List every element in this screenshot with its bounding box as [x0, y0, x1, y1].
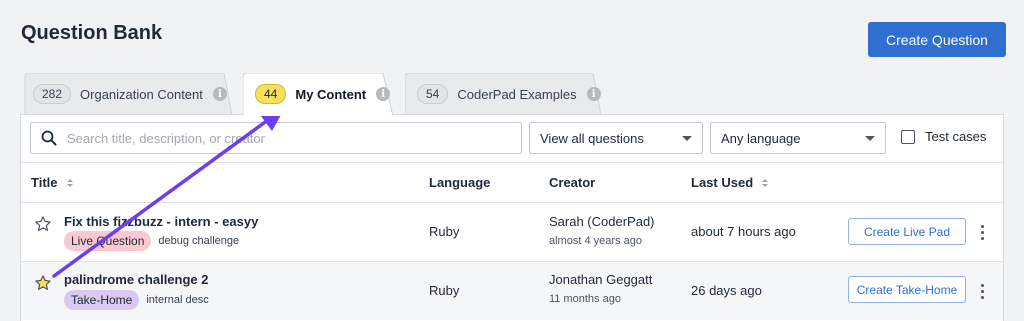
- column-header-title[interactable]: Title: [31, 175, 73, 190]
- create-take-home-button[interactable]: Create Take-Home: [848, 276, 966, 303]
- tab-organization-content[interactable]: 282 Organization Content i: [21, 73, 232, 115]
- tab-my-content[interactable]: 44 My Content i: [243, 73, 393, 116]
- create-live-pad-button[interactable]: Create Live Pad: [848, 218, 966, 245]
- question-title[interactable]: palindrome challenge 2: [64, 272, 209, 287]
- view-select-value: View all questions: [540, 130, 644, 146]
- view-select[interactable]: View all questions: [529, 122, 703, 154]
- tab-count-badge: 54: [417, 84, 449, 104]
- column-header-language: Language: [429, 175, 491, 190]
- info-icon[interactable]: i: [212, 87, 227, 101]
- search-input[interactable]: [67, 130, 497, 146]
- tab-coderpad-examples[interactable]: 54 CoderPad Examples i: [405, 73, 601, 115]
- star-filled-icon[interactable]: [34, 274, 52, 297]
- language-select[interactable]: Any language: [710, 122, 886, 154]
- creator-name: Sarah (CoderPad): [549, 214, 655, 229]
- question-type-badge: Take-Home: [64, 290, 140, 310]
- test-cases-checkbox[interactable]: [901, 129, 915, 144]
- column-header-label: Last Used: [691, 175, 754, 190]
- question-tags: Take-Home internal desc: [64, 290, 209, 310]
- question-description: debug challenge: [158, 235, 240, 247]
- tab-label: Organization Content: [80, 86, 203, 102]
- tab-label: CoderPad Examples: [457, 86, 577, 102]
- question-tags: Live Question debug challenge: [64, 231, 239, 251]
- question-title[interactable]: Fix this fizzbuzz - intern - easyy: [64, 214, 258, 229]
- question-description: internal desc: [146, 294, 209, 306]
- test-cases-filter[interactable]: Test cases: [901, 129, 986, 144]
- column-header-label: Title: [31, 175, 58, 190]
- search-icon: [41, 130, 57, 146]
- info-icon[interactable]: i: [586, 87, 601, 101]
- sort-icon[interactable]: [66, 178, 73, 187]
- created-time: 11 months ago: [549, 293, 621, 305]
- column-header-creator: Creator: [549, 175, 596, 190]
- divider: [21, 162, 1003, 163]
- test-cases-label: Test cases: [925, 129, 987, 144]
- last-used-cell: 26 days ago: [691, 283, 762, 298]
- column-header-last-used[interactable]: Last Used: [691, 175, 769, 190]
- sort-icon[interactable]: [762, 178, 769, 187]
- tab-count-badge: 44: [255, 84, 287, 104]
- page-title: Question Bank: [21, 22, 163, 44]
- creator-name: Jonathan Geggatt: [549, 272, 653, 287]
- language-cell: Ruby: [429, 224, 460, 239]
- question-type-badge: Live Question: [64, 231, 152, 251]
- more-options-icon[interactable]: [979, 225, 985, 240]
- create-question-button[interactable]: Create Question: [868, 22, 1006, 57]
- chevron-down-icon: [682, 135, 692, 141]
- tab-count-badge: 282: [33, 84, 72, 104]
- table-row[interactable]: Fix this fizzbuzz - intern - easyy Live …: [21, 203, 1003, 261]
- tab-label: My Content: [295, 86, 367, 102]
- table-row[interactable]: palindrome challenge 2 Take-Home interna…: [21, 262, 1003, 320]
- language-cell: Ruby: [429, 283, 460, 298]
- created-time: almost 4 years ago: [549, 235, 642, 247]
- more-options-icon[interactable]: [979, 284, 985, 299]
- language-select-value: Any language: [721, 130, 801, 146]
- star-outline-icon[interactable]: [34, 215, 52, 238]
- last-used-cell: about 7 hours ago: [691, 224, 796, 239]
- chevron-down-icon: [865, 135, 875, 141]
- search-box[interactable]: [30, 122, 522, 154]
